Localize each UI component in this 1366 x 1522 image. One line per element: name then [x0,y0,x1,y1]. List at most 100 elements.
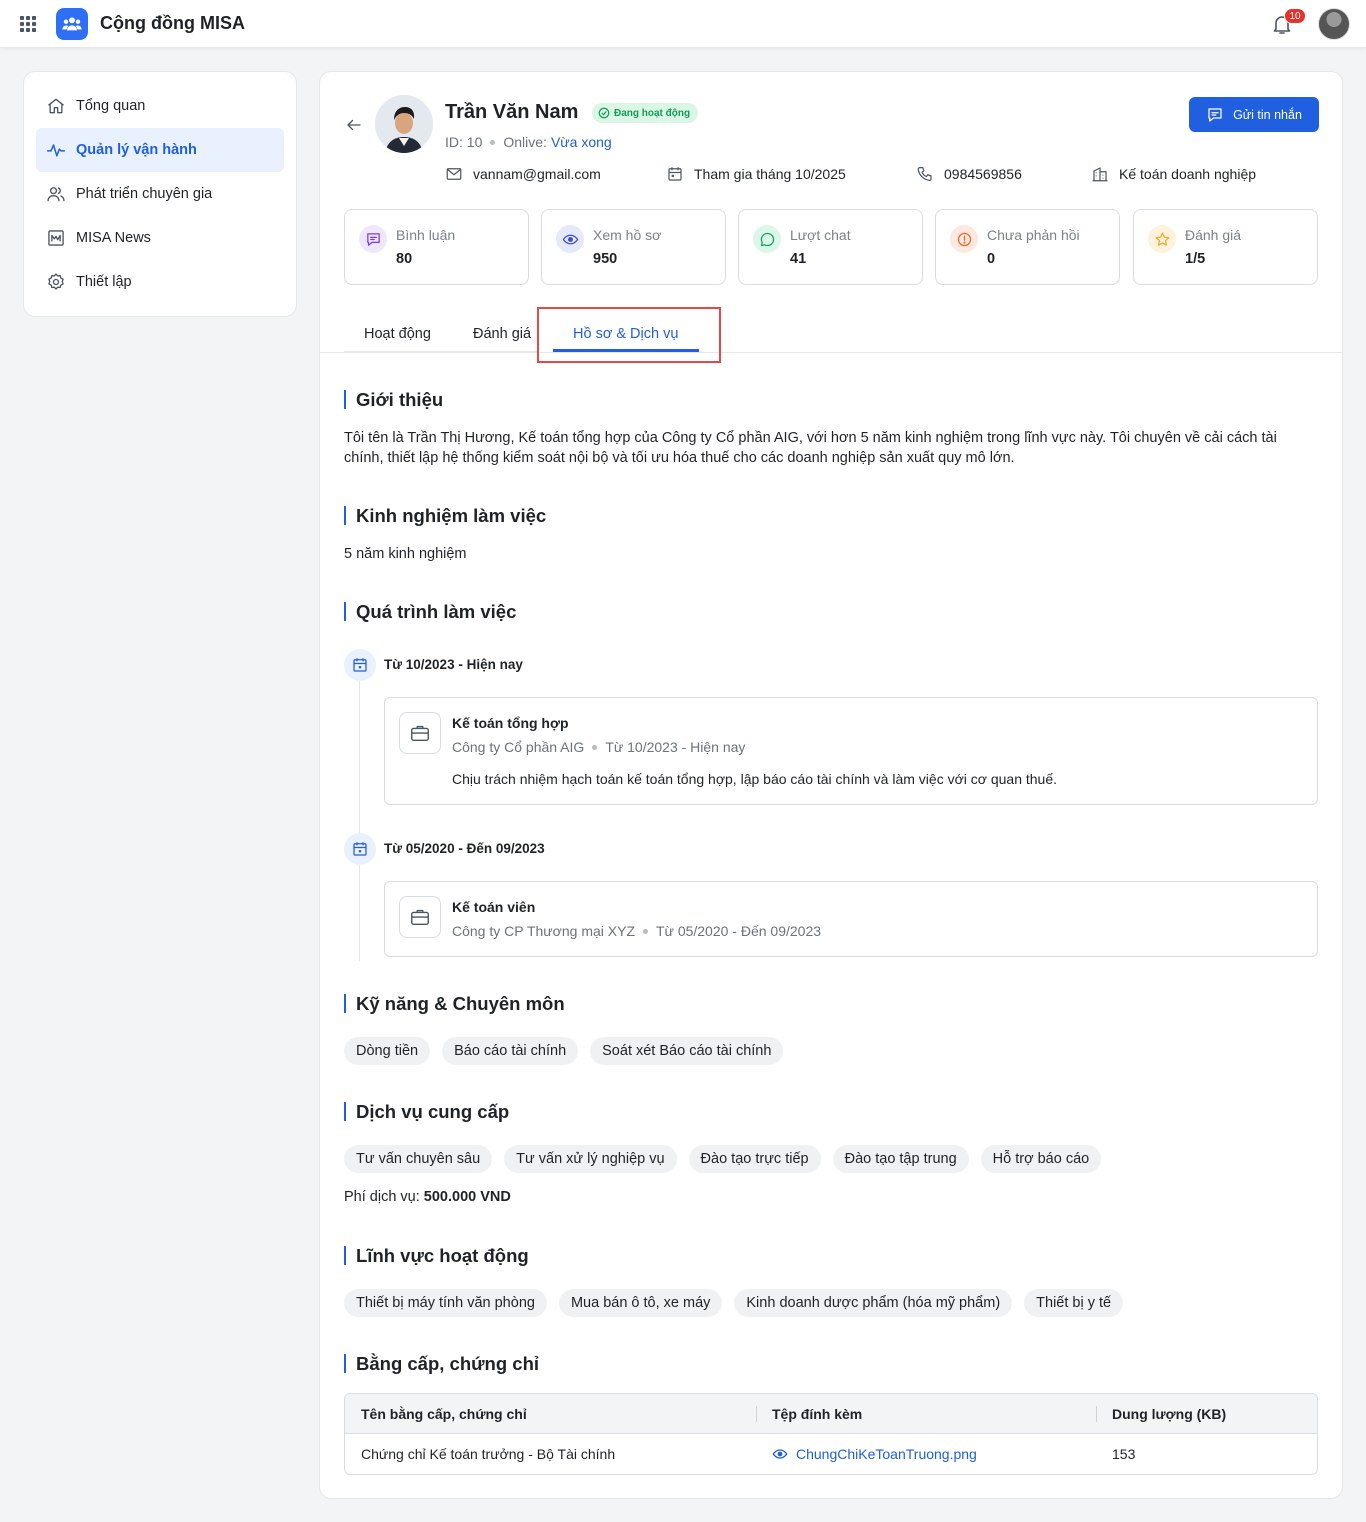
send-message-button[interactable]: Gửi tin nhắn [1189,97,1319,132]
stat-card-chats: Lượt chat 41 [738,209,923,285]
sidebar-item-settings[interactable]: Thiết lập [36,260,284,304]
send-message-label: Gửi tin nhắn [1233,107,1302,122]
job-title: Kế toán viên [452,899,536,915]
column-header-name: Tên bằng cấp, chứng chỉ [361,1405,527,1422]
experience-section-title: Kinh nghiệm làm việc [344,506,546,525]
job-range: Từ 05/2020 - Đến 09/2023 [656,923,822,939]
online-label: Onlive: [503,134,547,150]
timeline-period: Từ 10/2023 - Hiện nay [384,657,523,672]
app-title: Cộng đồng MISA [100,13,245,33]
fields-section-title: Lĩnh vực hoạt động [344,1246,529,1265]
intro-text: Tôi tên là Trần Thị Hương, Kế toán tổng … [344,430,1277,466]
work-history-section-title: Quá trình làm việc [344,602,516,621]
calendar-icon [344,649,376,681]
profile-id: ID: 10 [445,134,483,150]
phone-row: 0984569856 [916,165,1022,183]
stat-card-profile-views: Xem hồ sơ 950 [541,209,726,285]
job-description: Chịu trách nhiệm hạch toán kế toán tổng … [452,771,1058,787]
user-avatar[interactable] [1318,8,1350,40]
comment-icon [359,225,387,253]
profile-phone: 0984569856 [944,166,1022,182]
tab-profile-services[interactable]: Hồ sơ & Dịch vụ [573,326,678,342]
sidebar-item-label: MISA News [76,230,151,246]
message-icon [1208,107,1222,122]
status-label: Đang hoạt động [614,107,691,119]
column-header-size: Dung lượng (KB) [1112,1405,1227,1422]
mail-icon [446,168,462,180]
service-chip: Tư vấn xử lý nghiệp vụ [504,1145,677,1173]
field-chip: Thiết bị y tế [1024,1289,1124,1317]
sidebar-item-overview[interactable]: Tổng quan [36,84,284,128]
stat-card-comments: Bình luận 80 [344,209,529,285]
service-fee-value: 500.000 VND [423,1189,511,1205]
home-icon [48,98,64,114]
briefcase-icon [399,712,441,754]
back-arrow-icon[interactable] [345,116,363,134]
profile-role: Kế toán doanh nghiệp [1119,166,1257,182]
skills-chip-row: Dòng tiền Báo cáo tài chính Soát xét Báo… [344,1037,795,1065]
skill-chip: Soát xét Báo cáo tài chính [590,1037,784,1065]
sidebar-item-expert-development[interactable]: Phát triển chuyên gia [36,172,284,216]
phone-icon [917,167,932,181]
stat-value: 41 [790,251,807,267]
stat-value: 950 [593,251,618,267]
active-tab-indicator [553,349,699,352]
chat-icon [753,225,781,253]
sidebar-item-label: Thiết lập [76,274,132,290]
stat-value: 1/5 [1185,251,1206,267]
activity-icon [46,144,66,157]
field-chip: Kinh doanh dược phẩm (hóa mỹ phẩm) [734,1289,1013,1317]
stat-value: 80 [396,251,413,267]
profile-panel: Trần Văn Nam Đang hoạt động ID: 10 Onliv… [319,71,1343,1499]
users-icon [47,187,65,202]
stat-label: Lượt chat [790,227,851,243]
role-row: Kế toán doanh nghiệp [1091,165,1256,183]
email-row: vannam@gmail.com [445,165,601,183]
cert-file-link[interactable]: ChungChiKeToanTruong.png [796,1446,977,1462]
experience-text: 5 năm kinh nghiệm [344,546,467,562]
service-fee: Phí dịch vụ: 500.000 VND [344,1189,511,1205]
news-icon [48,230,64,246]
tab-reviews[interactable]: Đánh giá [473,326,531,342]
top-bar: Cộng đồng MISA 10 [0,0,1366,48]
tabs-underline [344,351,539,353]
job-title: Kế toán tổng hợp [452,715,569,731]
service-chip: Đào tạo trực tiếp [688,1145,821,1173]
services-chip-row: Tư vấn chuyên sâu Tư vấn xử lý nghiệp vụ… [344,1145,1113,1173]
intro-section-title: Giới thiệu [344,390,443,409]
table-row: Chứng chỉ Kế toán trưởng - Bộ Tài chính … [345,1434,1317,1474]
tab-activity[interactable]: Hoạt động [364,326,431,342]
skill-chip: Báo cáo tài chính [442,1037,579,1065]
alert-icon [950,225,978,253]
cert-file[interactable]: ChungChiKeToanTruong.png [772,1446,977,1462]
stat-card-rating: Đánh giá 1/5 [1133,209,1318,285]
job-meta: Công ty Cổ phần AIG Từ 10/2023 - Hiện na… [452,739,745,755]
field-chip: Mua bán ô tô, xe máy [558,1289,723,1317]
eye-icon [772,1449,788,1459]
stat-label: Xem hồ sơ [593,227,662,243]
gear-icon [48,273,64,290]
briefcase-icon [399,896,441,938]
sidebar-item-misa-news[interactable]: MISA News [36,216,284,260]
column-header-file: Tệp đính kèm [772,1405,863,1422]
job-card: Kế toán viên Công ty CP Thương mại XYZ T… [384,881,1318,957]
cert-name: Chứng chỉ Kế toán trưởng - Bộ Tài chính [361,1446,616,1462]
app-grid-icon[interactable] [20,16,36,32]
service-chip: Đào tạo tập trung [832,1145,969,1173]
status-badge: Đang hoạt động [592,103,699,123]
calendar-icon [668,167,682,181]
star-icon [1148,225,1176,253]
table-header: Tên bằng cấp, chứng chỉ Tệp đính kèm Dun… [345,1394,1317,1434]
job-company: Công ty Cổ phần AIG [452,739,585,755]
service-chip: Hỗ trợ báo cáo [980,1145,1102,1173]
job-meta: Công ty CP Thương mại XYZ Từ 05/2020 - Đ… [452,923,821,939]
calendar-icon [344,833,376,865]
community-logo-icon[interactable] [56,8,88,40]
sidebar-item-operations[interactable]: Quản lý vận hành [36,128,284,172]
eye-icon [556,225,584,253]
building-icon [1092,167,1108,182]
certificates-section-title: Bằng cấp, chứng chỉ [344,1354,539,1373]
service-chip: Tư vấn chuyên sâu [344,1145,493,1173]
profile-email: vannam@gmail.com [473,166,601,182]
stat-label: Bình luận [396,227,456,243]
